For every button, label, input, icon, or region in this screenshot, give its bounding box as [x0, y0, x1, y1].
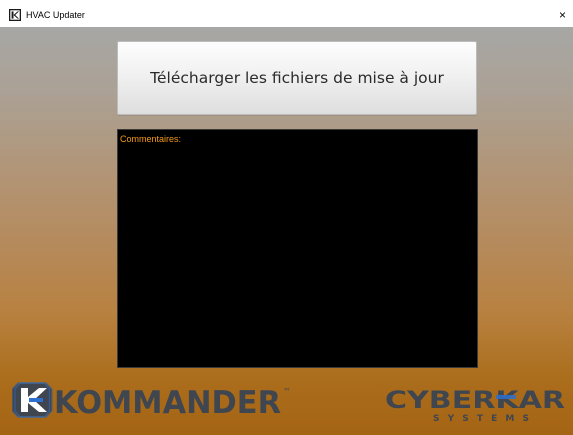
- kommander-trademark: ™: [283, 387, 291, 396]
- comments-label: Commentaires:: [120, 134, 182, 144]
- cyberkar-wordmark: CYBERKAR: [385, 386, 565, 414]
- cyberkar-systems-text: SYSTEMS: [433, 414, 529, 423]
- title-bar[interactable]: HVAC Updater ×: [0, 0, 573, 27]
- cyberkar-logo: CYBERKAR SYSTEMS: [385, 386, 565, 423]
- app-window: HVAC Updater × Télécharger les fichiers …: [0, 0, 573, 435]
- download-button-label: Télécharger les fichiers de mise à jour: [150, 69, 444, 87]
- app-icon: [9, 9, 21, 21]
- window-title: HVAC Updater: [26, 10, 85, 20]
- kommander-wordmark: KOMMANDER: [54, 385, 281, 421]
- comments-panel[interactable]: Commentaires:: [117, 129, 478, 368]
- close-button[interactable]: ×: [559, 6, 573, 24]
- main-content: Télécharger les fichiers de mise à jour …: [0, 27, 573, 435]
- kommander-logo: KOMMANDER ™: [12, 382, 291, 421]
- download-update-files-button[interactable]: Télécharger les fichiers de mise à jour: [117, 41, 477, 115]
